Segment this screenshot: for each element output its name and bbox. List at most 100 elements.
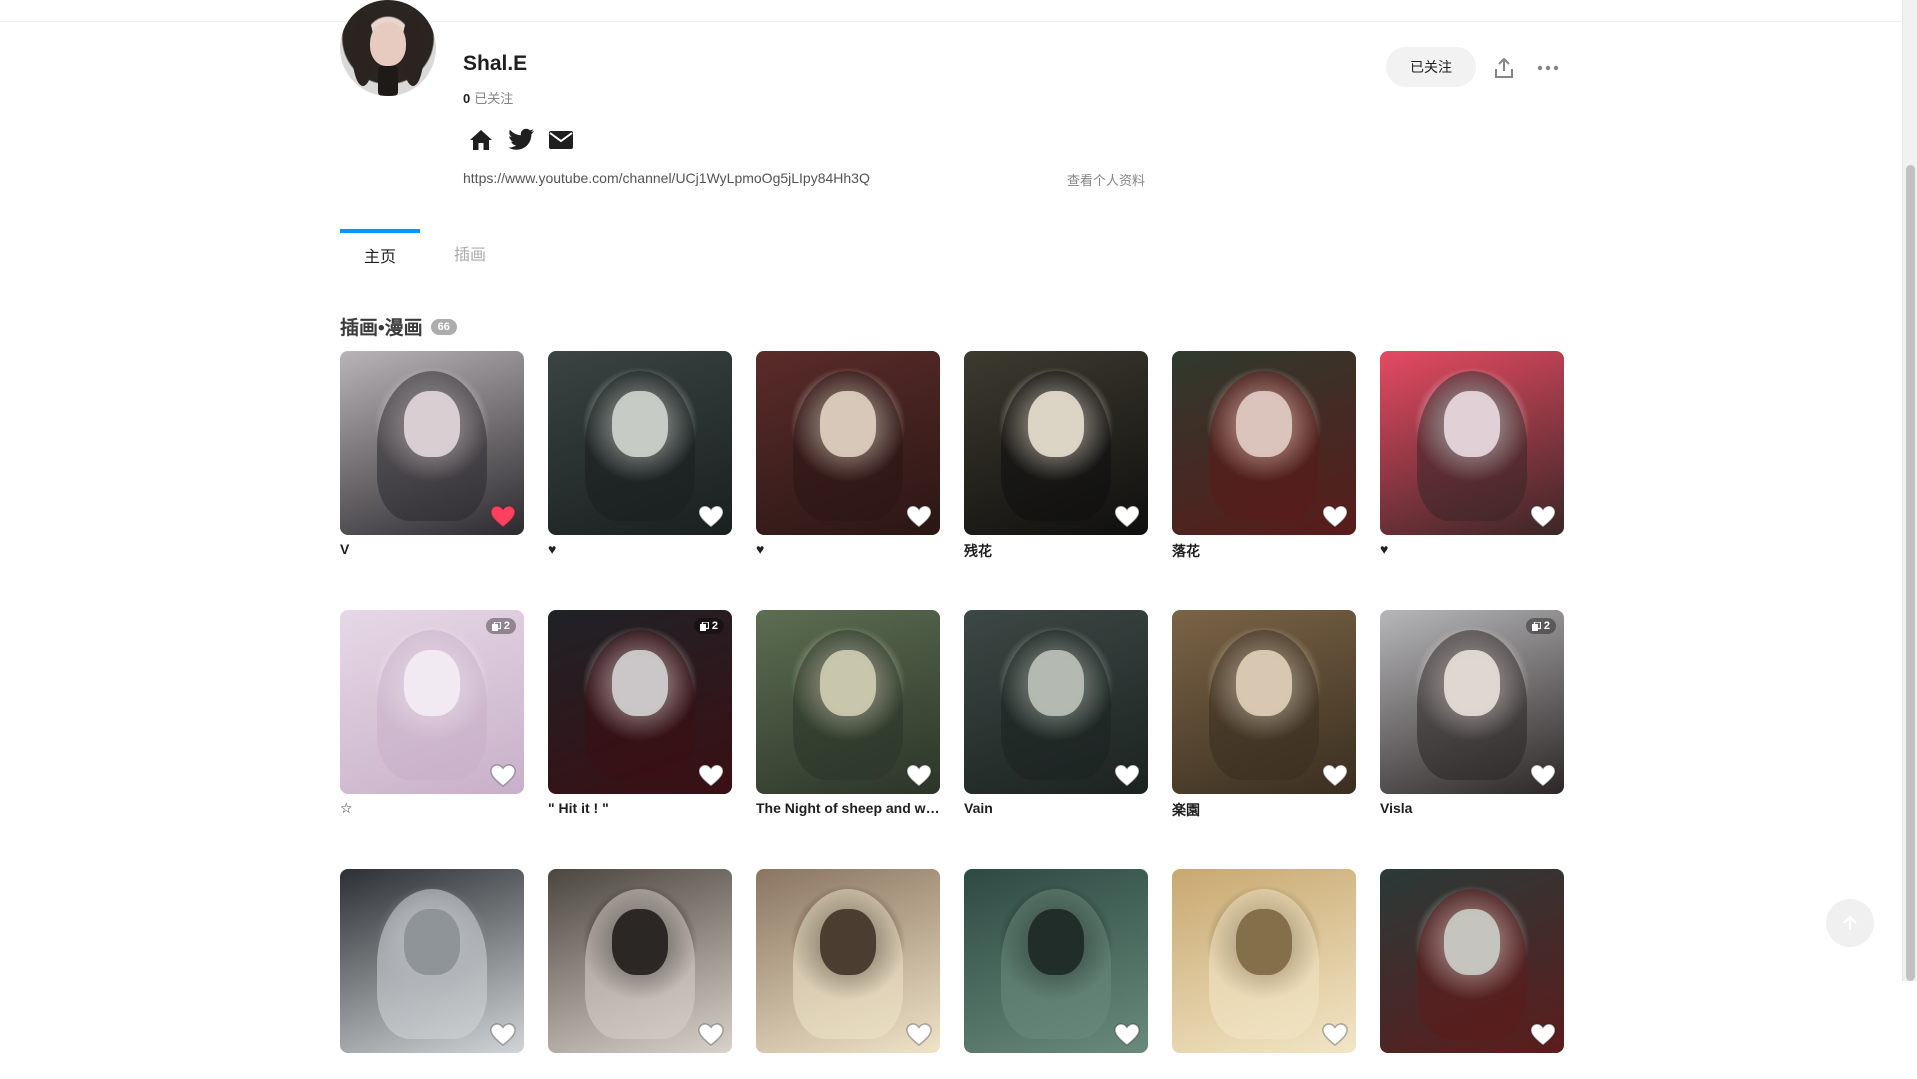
following-count[interactable]: 0 已关注 (463, 88, 513, 107)
artwork-card[interactable]: 2 " Hit it ! " (548, 610, 732, 820)
avatar[interactable] (340, 0, 436, 96)
heart-icon[interactable] (1114, 764, 1140, 788)
page-count-badge: 2 (693, 618, 724, 634)
heart-icon[interactable] (490, 505, 516, 529)
heart-icon[interactable] (490, 1023, 516, 1047)
heart-icon[interactable] (1322, 764, 1348, 788)
heart-icon[interactable] (490, 764, 516, 788)
artwork-thumbnail[interactable] (1172, 869, 1356, 1053)
artwork-card[interactable]: 2 ☆ (340, 610, 524, 820)
artwork-title[interactable]: 楽園 (1172, 800, 1356, 820)
artwork-title[interactable] (756, 1059, 940, 1079)
artwork-face (820, 909, 876, 975)
artwork-card[interactable] (548, 869, 732, 1079)
heart-icon[interactable] (698, 764, 724, 788)
page-scrollbar[interactable] (1902, 0, 1917, 981)
artwork-card[interactable]: The Night of sheep and wolves (756, 610, 940, 820)
artwork-title[interactable]: Visla (1380, 800, 1564, 820)
artwork-title[interactable]: ♥ (756, 541, 940, 561)
share-icon[interactable] (1490, 54, 1518, 82)
artwork-title[interactable]: V (340, 541, 524, 561)
artwork-thumbnail[interactable] (1380, 869, 1564, 1053)
artwork-title[interactable]: ♥ (1380, 541, 1564, 561)
artwork-card[interactable]: 落花 (1172, 351, 1356, 561)
artwork-card[interactable]: 楽園 (1172, 610, 1356, 820)
artwork-thumbnail[interactable] (548, 351, 732, 535)
follow-button[interactable]: 已关注 (1386, 47, 1476, 87)
artwork-thumbnail[interactable] (548, 869, 732, 1053)
artwork-thumbnail[interactable] (340, 869, 524, 1053)
artwork-title[interactable] (1380, 1059, 1564, 1079)
artwork-title[interactable]: Vain (964, 800, 1148, 820)
artwork-thumbnail[interactable] (1172, 610, 1356, 794)
section-count-badge: 66 (430, 318, 457, 335)
artwork-thumbnail[interactable] (1172, 351, 1356, 535)
artwork-card[interactable] (1380, 869, 1564, 1079)
profile-url-link[interactable]: https://www.youtube.com/channel/UCj1WyLp… (463, 170, 870, 186)
artwork-face (612, 909, 668, 975)
artwork-card[interactable]: ♥ (548, 351, 732, 561)
artwork-face (1028, 650, 1084, 716)
artwork-title[interactable] (548, 1059, 732, 1079)
artwork-title[interactable]: The Night of sheep and wolves (756, 800, 940, 820)
heart-icon[interactable] (698, 1023, 724, 1047)
heart-icon[interactable] (1322, 1023, 1348, 1047)
artwork-thumbnail[interactable] (756, 869, 940, 1053)
artwork-card[interactable]: Vain (964, 610, 1148, 820)
heart-icon[interactable] (1530, 764, 1556, 788)
social-links (466, 127, 576, 153)
heart-icon[interactable] (1114, 1023, 1140, 1047)
artwork-card[interactable] (1172, 869, 1356, 1079)
artwork-card[interactable]: ♥ (756, 351, 940, 561)
tab-illustrations[interactable]: 插画 (440, 229, 500, 277)
artwork-thumbnail[interactable] (964, 351, 1148, 535)
artwork-thumbnail[interactable] (756, 610, 940, 794)
artwork-card[interactable]: ♥ (1380, 351, 1564, 561)
artwork-title[interactable]: ☆ (340, 800, 524, 820)
artwork-title[interactable]: " Hit it ! " (548, 800, 732, 820)
following-count-label: 已关注 (474, 91, 514, 106)
view-profile-link[interactable]: 查看个人资料 (1067, 170, 1145, 189)
scrollbar-thumb[interactable] (1906, 165, 1915, 981)
artwork-face (820, 650, 876, 716)
twitter-icon[interactable] (506, 127, 536, 153)
heart-icon[interactable] (1322, 505, 1348, 529)
heart-icon[interactable] (906, 764, 932, 788)
artwork-thumbnail[interactable]: 2 (548, 610, 732, 794)
heart-icon[interactable] (906, 1023, 932, 1047)
artwork-face (1236, 650, 1292, 716)
heart-icon[interactable] (1530, 505, 1556, 529)
artwork-thumbnail[interactable] (964, 610, 1148, 794)
more-options-icon[interactable] (1534, 54, 1562, 82)
artwork-title[interactable] (1172, 1059, 1356, 1079)
artwork-title[interactable] (340, 1059, 524, 1079)
back-to-top-button[interactable] (1826, 899, 1874, 947)
artwork-thumbnail[interactable] (1380, 351, 1564, 535)
artwork-title[interactable]: 残花 (964, 541, 1148, 561)
artwork-card[interactable] (756, 869, 940, 1079)
artwork-title[interactable]: 落花 (1172, 541, 1356, 561)
heart-icon[interactable] (1530, 1023, 1556, 1047)
page-count-badge: 2 (1525, 618, 1556, 634)
artwork-card[interactable]: 残花 (964, 351, 1148, 561)
artwork-card[interactable] (964, 869, 1148, 1079)
artwork-thumbnail[interactable] (964, 869, 1148, 1053)
tab-home[interactable]: 主页 (340, 229, 420, 277)
artwork-card[interactable] (340, 869, 524, 1079)
mail-icon[interactable] (546, 127, 576, 153)
page-count-badge: 2 (485, 618, 516, 634)
artwork-card[interactable]: V (340, 351, 524, 561)
heart-icon[interactable] (698, 505, 724, 529)
heart-icon[interactable] (906, 505, 932, 529)
artwork-thumbnail[interactable] (756, 351, 940, 535)
artwork-title[interactable] (964, 1059, 1148, 1079)
following-count-number: 0 (463, 91, 471, 106)
artwork-card[interactable]: 2 Visla (1380, 610, 1564, 820)
artwork-thumbnail[interactable] (340, 351, 524, 535)
artwork-title[interactable]: ♥ (548, 541, 732, 561)
heart-icon[interactable] (1114, 505, 1140, 529)
artwork-thumbnail[interactable]: 2 (1380, 610, 1564, 794)
section-title[interactable]: 插画•漫画 (340, 313, 423, 340)
artwork-thumbnail[interactable]: 2 (340, 610, 524, 794)
home-icon[interactable] (466, 127, 496, 153)
